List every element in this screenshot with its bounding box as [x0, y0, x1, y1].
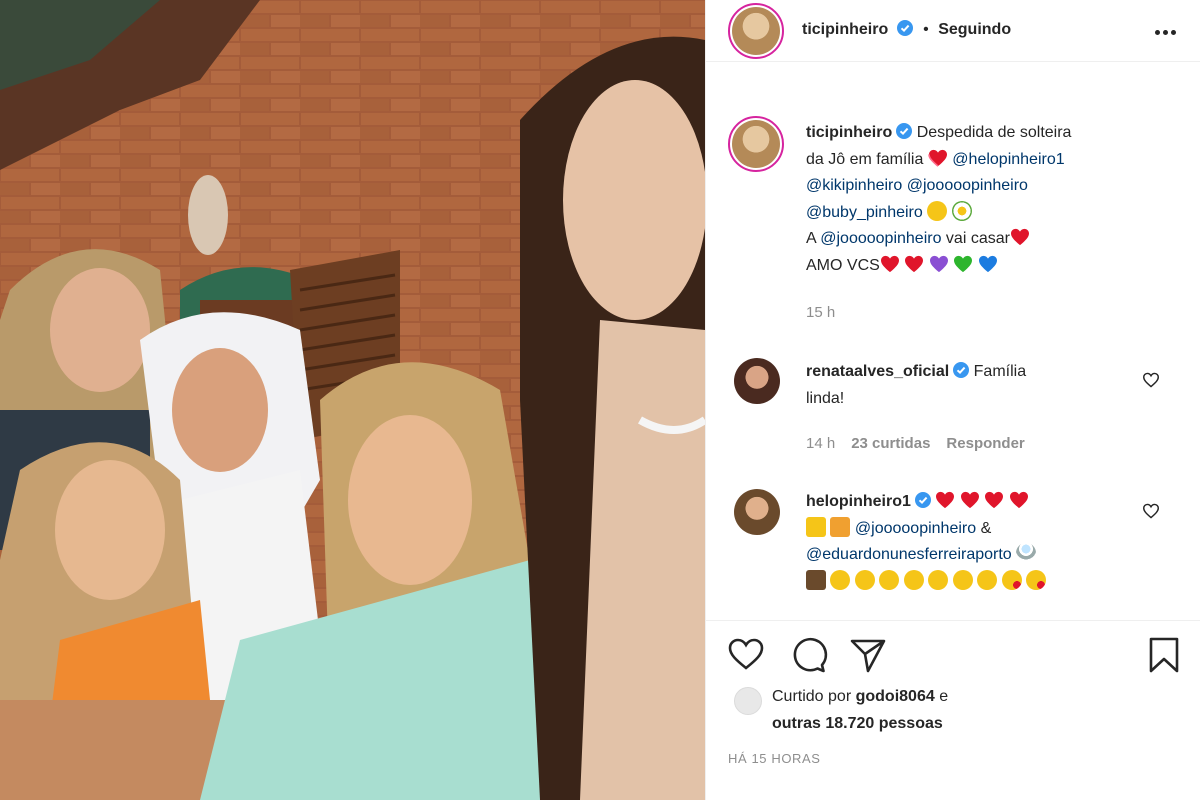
comment-renataalves: renataalves_oficial Família linda!	[806, 359, 1166, 412]
caption-text-line2: da Jô em família	[806, 150, 924, 168]
clapping-hands-emoji-icon	[879, 569, 900, 590]
mention-link[interactable]: @helopinheiro1	[952, 151, 1064, 168]
red-heart-emoji-icon	[1009, 491, 1028, 509]
share-icon[interactable]	[848, 635, 888, 675]
clapping-hands-emoji-icon	[928, 569, 949, 590]
comment-meta: 14 h 23 curtidas Responder	[806, 435, 1025, 452]
comment-author-username[interactable]: helopinheiro1	[806, 493, 911, 510]
ring-emoji-icon	[1016, 543, 1037, 563]
clapping-hands-emoji-icon	[952, 569, 973, 590]
caption-author-avatar[interactable]	[728, 116, 784, 172]
groom-emoji-icon	[806, 569, 826, 590]
purple-heart-emoji-icon	[929, 255, 948, 272]
author-avatar[interactable]	[728, 3, 784, 59]
clapping-hands-emoji-icon	[903, 569, 924, 590]
author-username[interactable]: ticipinheiro	[802, 21, 888, 38]
separator-dot: •	[923, 21, 929, 38]
red-heart-emoji-icon	[1010, 228, 1029, 246]
face-blowing-kiss-emoji-icon	[1001, 569, 1022, 590]
clapping-hands-emoji-icon	[977, 569, 998, 590]
red-heart-emoji-icon	[905, 255, 924, 272]
comment-time[interactable]: 14 h	[806, 435, 835, 452]
comment-text: linda!	[806, 389, 845, 407]
comment-like-icon[interactable]	[1142, 372, 1160, 388]
commenter-avatar[interactable]	[734, 489, 780, 535]
green-heart-emoji-icon	[954, 255, 973, 272]
caption-author-username[interactable]: ticipinheiro	[806, 124, 892, 141]
caption-time[interactable]: 15 h	[806, 304, 835, 321]
heart-emoji-icon	[880, 255, 899, 272]
post-timestamp[interactable]: HÁ 15 HORAS	[728, 751, 821, 766]
post-actions-section: Curtido por godoi8064 e outras 18.720 pe…	[706, 620, 1200, 800]
header-info: ticipinheiro • Seguindo	[802, 20, 1011, 39]
likes-count-button[interactable]: outras 18.720 pessoas	[772, 715, 943, 732]
comment-helopinheiro: helopinheiro1 @jooooopinheiro & @eduardo…	[806, 489, 1166, 595]
grinning-face-emoji-icon	[927, 200, 948, 221]
mention-link[interactable]: @kikipinheiro	[806, 177, 902, 194]
comment-author-username[interactable]: renataalves_oficial	[806, 363, 949, 380]
commenter-avatar[interactable]	[734, 358, 780, 404]
liker-avatar[interactable]	[734, 687, 762, 715]
caption-text-line4-prefix: A	[806, 230, 816, 247]
verified-icon	[896, 20, 913, 36]
male-sign-emoji-icon	[830, 516, 851, 537]
liked-by-user[interactable]: godoi8064	[856, 688, 935, 705]
post-details-panel: ticipinheiro • Seguindo ticipinheiro Des…	[705, 0, 1200, 800]
comment-ampersand: &	[980, 519, 992, 537]
face-blowing-kiss-emoji-icon	[1026, 569, 1047, 590]
heart-emoji-icon	[928, 149, 947, 167]
caption-text-line4-suffix: vai casar	[945, 230, 1010, 247]
comment-icon[interactable]	[788, 635, 828, 675]
comment-like-icon[interactable]	[1142, 503, 1160, 519]
blue-heart-emoji-icon	[978, 255, 997, 272]
post-header: ticipinheiro • Seguindo	[706, 0, 1200, 62]
liked-by-line2: outras 18.720 pessoas	[772, 715, 943, 733]
post-caption: ticipinheiro Despedida de solteira da Jô…	[806, 120, 1166, 279]
red-heart-emoji-icon	[985, 491, 1004, 509]
comment-likes-count[interactable]: 23 curtidas	[851, 435, 930, 452]
red-heart-emoji-icon	[936, 491, 955, 509]
follow-status-button[interactable]: Seguindo	[938, 21, 1011, 38]
more-icon[interactable]	[1155, 22, 1181, 40]
liked-by-prefix: Curtido por	[772, 688, 852, 705]
post-photo[interactable]	[0, 0, 705, 800]
mention-link[interactable]: @eduardonunesferreiraporto	[806, 546, 1012, 563]
clapping-hands-emoji-icon	[830, 569, 851, 590]
verified-icon	[953, 362, 970, 378]
photo-illustration	[0, 0, 705, 800]
caption-text-line1: Despedida de solteira	[916, 124, 1072, 141]
mention-link[interactable]: @jooooopinheiro	[820, 230, 941, 247]
mention-link[interactable]: @jooooopinheiro	[907, 177, 1028, 194]
red-heart-emoji-icon	[960, 491, 979, 509]
bride-emoji-icon	[806, 516, 826, 537]
mention-link[interactable]: @jooooopinheiro	[855, 520, 976, 537]
reply-button[interactable]: Responder	[946, 435, 1024, 452]
mention-link[interactable]: @buby_pinheiro	[806, 204, 923, 221]
verified-icon	[896, 123, 913, 139]
save-icon[interactable]	[1144, 635, 1184, 675]
liked-by-conj: e	[939, 688, 949, 705]
like-icon[interactable]	[726, 635, 766, 675]
flower-emoji-icon	[951, 200, 972, 221]
clapping-hands-emoji-icon	[854, 569, 875, 590]
verified-icon	[914, 492, 931, 508]
comment-text: Família	[973, 363, 1027, 380]
liked-by-line1: Curtido por godoi8064 e	[772, 688, 948, 706]
caption-text-line5: AMO VCS	[806, 256, 880, 274]
